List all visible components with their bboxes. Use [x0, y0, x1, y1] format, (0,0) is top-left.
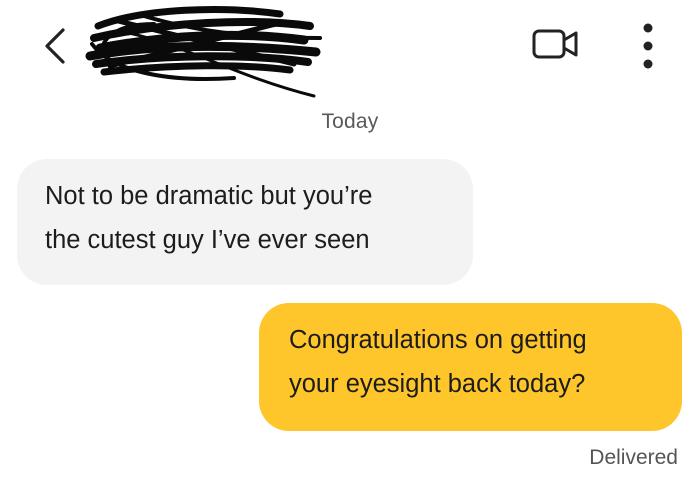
video-call-button[interactable]: [528, 24, 584, 64]
message-line: your eyesight back today?: [289, 370, 586, 398]
message-line: Not to be dramatic but you’re: [45, 182, 373, 210]
contact-name[interactable]: [84, 4, 324, 100]
back-button[interactable]: [34, 24, 74, 68]
message-line: the cutest guy I’ve ever seen: [45, 226, 370, 254]
delivery-status: Delivered: [589, 446, 678, 469]
redaction-scribble: [85, 6, 322, 98]
chevron-left-icon: [45, 28, 65, 64]
message-line: Congratulations on getting: [289, 326, 587, 354]
chat-screen: Today Not to be dramatic but you’re the …: [0, 0, 700, 488]
more-options-button[interactable]: [632, 18, 664, 74]
incoming-message-bubble[interactable]: Not to be dramatic but you’re the cutest…: [17, 159, 473, 285]
more-vertical-icon: [643, 23, 653, 69]
outgoing-message-bubble[interactable]: Congratulations on getting your eyesight…: [259, 303, 682, 431]
date-separator: Today: [321, 110, 379, 133]
video-camera-icon: [532, 29, 578, 59]
chat-header: [0, 0, 700, 100]
